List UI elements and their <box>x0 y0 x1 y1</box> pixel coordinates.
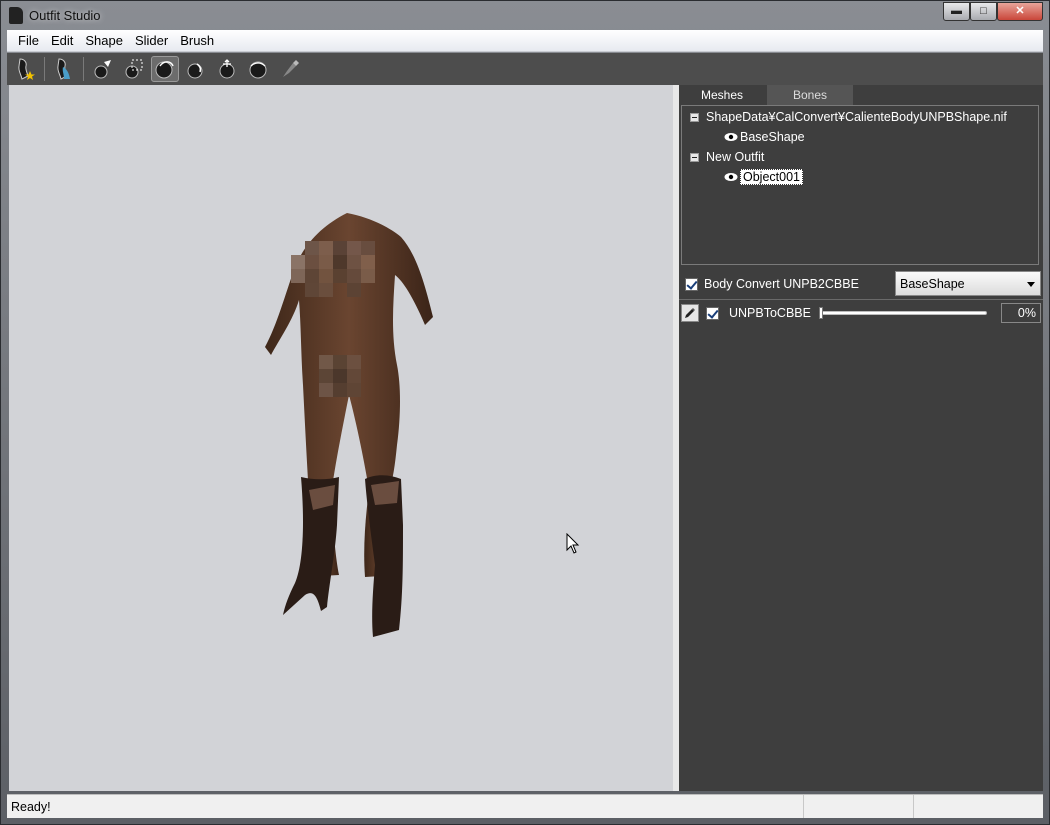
eye-icon[interactable] <box>724 132 738 142</box>
shape-select-dropdown[interactable]: BaseShape <box>895 271 1041 296</box>
deflate-brush-button[interactable] <box>182 56 210 82</box>
new-project-button[interactable] <box>11 56 39 82</box>
tab-meshes[interactable]: Meshes <box>679 85 765 105</box>
chevron-down-icon <box>1027 282 1035 287</box>
deflate-brush-icon <box>187 63 203 79</box>
title-bar[interactable]: Outfit Studio ▬ □ ✕ <box>1 1 1049 31</box>
menu-edit[interactable]: Edit <box>45 33 79 48</box>
slider-row: UNPBToCBBE 0% <box>681 302 1041 324</box>
mask-brush-button[interactable] <box>120 56 148 82</box>
tab-bones[interactable]: Bones <box>767 85 853 105</box>
collapse-icon[interactable] <box>690 152 699 162</box>
slider-track[interactable] <box>819 307 987 319</box>
tree-item-object001[interactable]: Object001 <box>724 168 803 186</box>
tree-group-shapedata[interactable]: ShapeData¥CalConvert¥CalienteBodyUNPBSha… <box>690 108 1007 126</box>
select-brush-button[interactable] <box>89 56 117 82</box>
new-project-icon <box>18 58 35 80</box>
shape-select-value: BaseShape <box>900 276 965 291</box>
menu-shape[interactable]: Shape <box>79 33 129 48</box>
inflate-brush-button[interactable] <box>151 56 179 82</box>
load-outfit-icon <box>57 58 70 80</box>
move-brush-button[interactable] <box>213 56 241 82</box>
mouse-cursor-icon <box>566 533 580 554</box>
app-logo-icon <box>9 7 23 24</box>
window-controls: ▬ □ ✕ <box>943 2 1043 21</box>
status-text: Ready! <box>11 800 51 814</box>
edit-slider-button[interactable] <box>681 304 699 322</box>
load-outfit-button[interactable] <box>50 56 78 82</box>
slider-thumb[interactable] <box>819 307 823 319</box>
minimize-button[interactable]: ▬ <box>943 2 970 21</box>
smooth-brush-icon <box>249 61 267 79</box>
window-title: Outfit Studio <box>29 8 101 23</box>
collapse-icon[interactable] <box>690 112 699 122</box>
body-convert-label: Body Convert UNPB2CBBE <box>704 277 859 291</box>
slider-checkbox[interactable] <box>706 306 719 320</box>
mesh-tree: ShapeData¥CalConvert¥CalienteBodyUNPBSha… <box>681 105 1039 265</box>
panel-tabs: Meshes Bones <box>679 85 853 105</box>
weight-brush-icon <box>283 60 299 77</box>
menu-brush[interactable]: Brush <box>174 33 220 48</box>
divider <box>679 299 1043 300</box>
status-cell <box>913 795 1023 818</box>
status-cell <box>803 795 913 818</box>
menu-slider[interactable]: Slider <box>129 33 174 48</box>
tree-item-label-selected: Object001 <box>740 169 803 185</box>
slider-value-field[interactable]: 0% <box>1001 303 1041 323</box>
select-brush-icon <box>94 60 111 79</box>
tree-group-label: New Outfit <box>706 150 765 164</box>
tree-group-label: ShapeData¥CalConvert¥CalienteBodyUNPBSha… <box>706 110 1007 124</box>
toolbar <box>7 53 1043 85</box>
app-window: Outfit Studio ▬ □ ✕ File Edit Shape Slid… <box>0 0 1050 825</box>
weight-brush-button[interactable] <box>275 56 303 82</box>
outfit-model-preview <box>265 213 433 637</box>
right-panel: Meshes Bones ShapeData¥CalConvert¥Calien… <box>679 85 1043 791</box>
maximize-button[interactable]: □ <box>970 2 997 21</box>
pencil-icon <box>685 308 695 318</box>
move-brush-icon <box>219 59 235 79</box>
mask-brush-icon <box>125 59 143 79</box>
tree-item-label: BaseShape <box>740 130 805 144</box>
toolbar-separator <box>83 57 84 81</box>
body-convert-checkbox[interactable] <box>685 277 698 291</box>
tree-group-new-outfit[interactable]: New Outfit <box>690 148 764 166</box>
tree-item-baseshape[interactable]: BaseShape <box>724 128 805 146</box>
3d-viewport[interactable] <box>9 85 673 791</box>
toolbar-separator <box>44 57 45 81</box>
body-convert-row: Body Convert UNPB2CBBE BaseShape <box>681 271 1041 297</box>
smooth-brush-button[interactable] <box>244 56 272 82</box>
status-bar: Ready! <box>7 794 1043 818</box>
eye-icon[interactable] <box>724 172 738 182</box>
menu-file[interactable]: File <box>12 33 45 48</box>
menu-bar: File Edit Shape Slider Brush <box>7 30 1043 52</box>
inflate-brush-icon <box>155 61 174 79</box>
slider-name-label: UNPBToCBBE <box>729 306 811 320</box>
close-button[interactable]: ✕ <box>997 2 1043 21</box>
